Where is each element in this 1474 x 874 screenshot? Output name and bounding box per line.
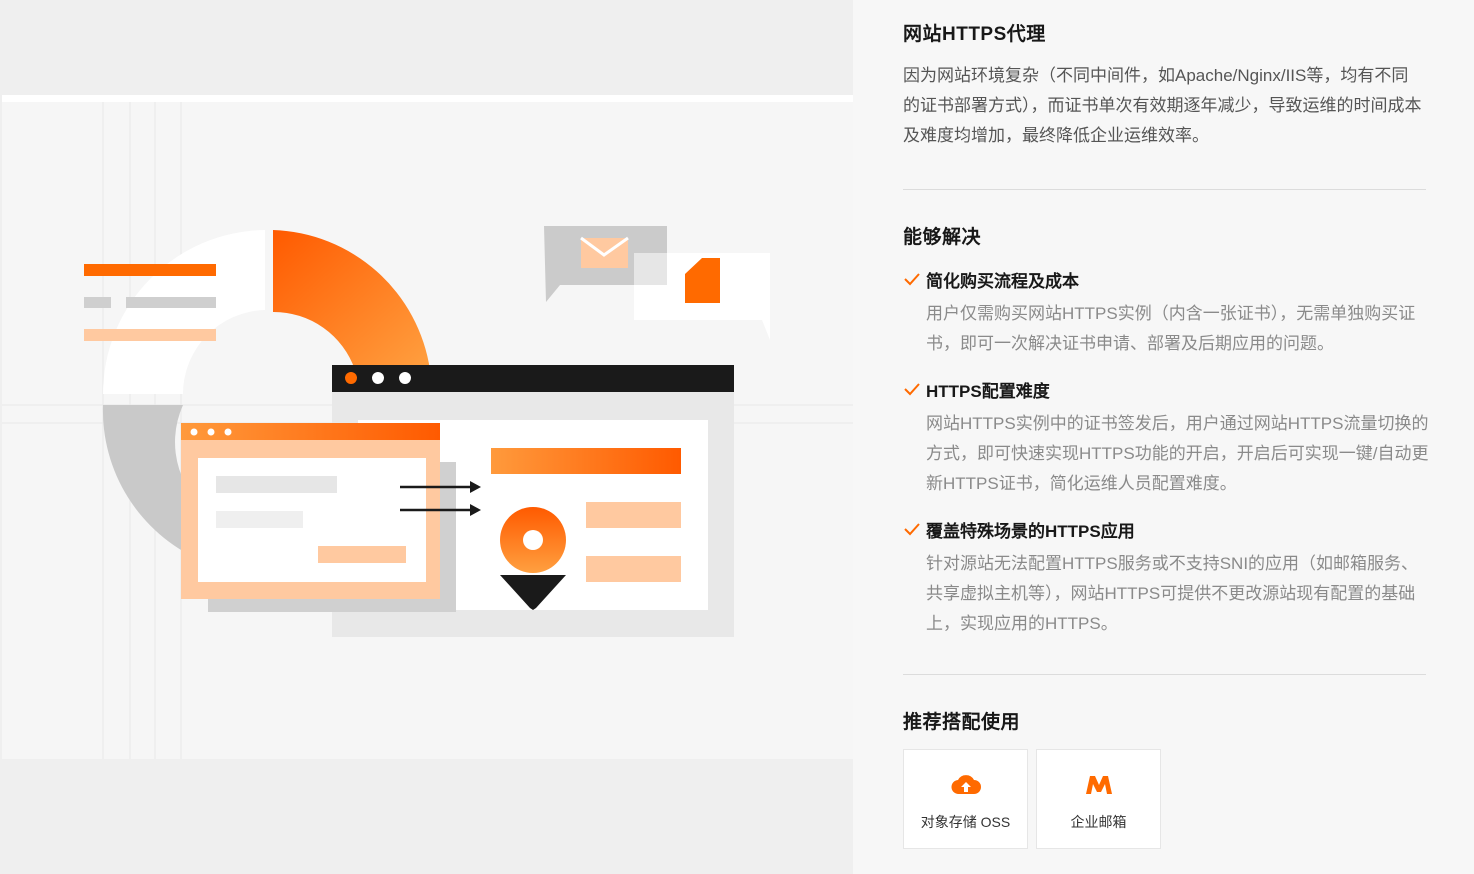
- check-icon: [904, 383, 920, 396]
- feature-title: 简化购买流程及成本: [926, 271, 1079, 291]
- card-label: 企业邮箱: [1070, 814, 1127, 830]
- small-browser-window: [181, 423, 456, 612]
- divider: [903, 674, 1426, 675]
- left-bars: [84, 264, 216, 341]
- feature-item: 覆盖特殊场景的HTTPS应用 针对源站无法配置HTTPS服务或不支持SNI的应用…: [903, 517, 1433, 639]
- check-icon: [904, 273, 920, 286]
- mail-m-icon: [1085, 776, 1112, 794]
- recommend-cards: 对象存储 OSS 企业邮箱: [903, 749, 1161, 849]
- intro-description: 因为网站环境复杂（不同中间件，如Apache/Nginx/IIS等，均有不同的证…: [903, 66, 1422, 145]
- feature-description: 针对源站无法配置HTTPS服务或不支持SNI的应用（如邮箱服务、共享虚拟主机等）…: [926, 554, 1419, 633]
- card-label: 对象存储 OSS: [920, 814, 1011, 830]
- recommend-title: 推荐搭配使用: [903, 712, 1021, 733]
- cloud-upload-icon: [950, 775, 981, 795]
- feature-item: 简化购买流程及成本 用户仅需购买网站HTTPS实例（内含一张证书），无需单独购买…: [903, 267, 1433, 359]
- card-oss[interactable]: 对象存储 OSS: [903, 749, 1028, 849]
- feature-item: HTTPS配置难度 网站HTTPS实例中的证书签发后，用户通过网站HTTPS流量…: [903, 377, 1433, 499]
- content-panel: 网站HTTPS代理 因为网站环境复杂（不同中间件，如Apache/Nginx/I…: [853, 0, 1474, 874]
- feature-description: 网站HTTPS实例中的证书签发后，用户通过网站HTTPS流量切换的方式，即可快速…: [926, 414, 1429, 493]
- message-bubbles: [544, 226, 770, 340]
- feature-title: 覆盖特殊场景的HTTPS应用: [926, 521, 1135, 541]
- intro-title: 网站HTTPS代理: [903, 24, 1046, 45]
- https-proxy-illustration: [2, 102, 853, 759]
- feature-title: HTTPS配置难度: [926, 381, 1050, 401]
- solves-title: 能够解决: [903, 227, 982, 248]
- feature-description: 用户仅需购买网站HTTPS实例（内含一张证书），无需单独购买证书，即可一次解决证…: [926, 304, 1416, 353]
- card-enterprise-mail[interactable]: 企业邮箱: [1036, 749, 1161, 849]
- divider: [903, 189, 1426, 190]
- check-icon: [904, 523, 920, 536]
- illustration-panel: [0, 0, 853, 874]
